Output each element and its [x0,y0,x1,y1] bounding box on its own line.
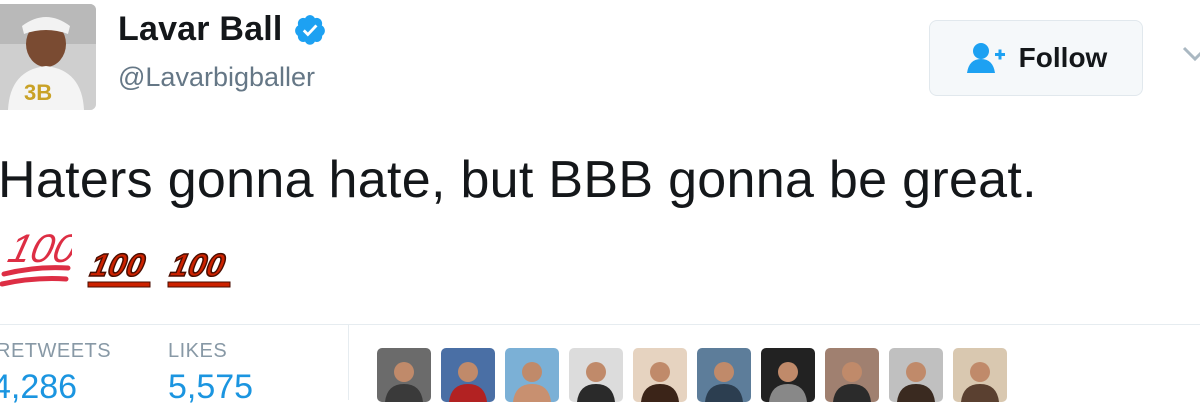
liker-avatar[interactable] [825,348,879,402]
display-name[interactable]: Lavar Ball [118,10,327,49]
stats-top-divider [0,324,1200,325]
liker-avatar[interactable] [953,348,1007,402]
liker-photo [953,348,1007,402]
liker-photo [569,348,623,402]
stats-vertical-divider [348,324,349,400]
liker-avatar[interactable] [761,348,815,402]
liker-photo [505,348,559,402]
add-user-icon [966,43,1005,73]
liker-avatar[interactable] [377,348,431,402]
user-handle[interactable]: @Lavarbigballer [118,62,315,93]
hundred-emoji-text: 100 [87,247,148,283]
liker-avatar[interactable] [569,348,623,402]
liker-avatar[interactable] [889,348,943,402]
likes-label: LIKES [168,340,228,362]
liker-avatar[interactable] [697,348,751,402]
avatar[interactable]: 3B [0,4,96,110]
hundred-emoji-text: 100 [4,226,72,271]
hundred-emoji-text: 100 [167,247,228,283]
liker-avatar[interactable] [505,348,559,402]
hundred-points-emoji-icon: 100 [87,247,151,288]
tweet-text: Haters gonna hate, but BBB gonna be grea… [0,151,1037,209]
follow-button-label: Follow [1018,42,1108,73]
retweets-label: RETWEETS [0,340,112,362]
liker-photo [697,348,751,402]
liker-photo [825,348,879,402]
liker-photo [761,348,815,402]
verified-badge-icon [294,14,325,45]
emoji-row: 100 100 100 [0,222,232,294]
profile-photo: 3B [0,4,96,110]
retweets-count[interactable]: 4,286 [0,368,77,407]
display-name-text: Lavar Ball [118,10,283,48]
liker-photo [889,348,943,402]
follow-button[interactable]: Follow [929,20,1143,96]
likes-count[interactable]: 5,575 [168,368,253,407]
hundred-points-emoji-icon: 100 [167,247,231,288]
chevron-down-icon[interactable] [1180,44,1200,64]
hundred-points-emoji-icon: 100 [0,226,72,287]
liker-photo [441,348,495,402]
liker-photo [377,348,431,402]
liker-avatar[interactable] [633,348,687,402]
likers-avatar-list [377,348,1007,402]
liker-avatar[interactable] [441,348,495,402]
avatar-shirt-text: 3B [24,80,52,105]
liker-photo [633,348,687,402]
